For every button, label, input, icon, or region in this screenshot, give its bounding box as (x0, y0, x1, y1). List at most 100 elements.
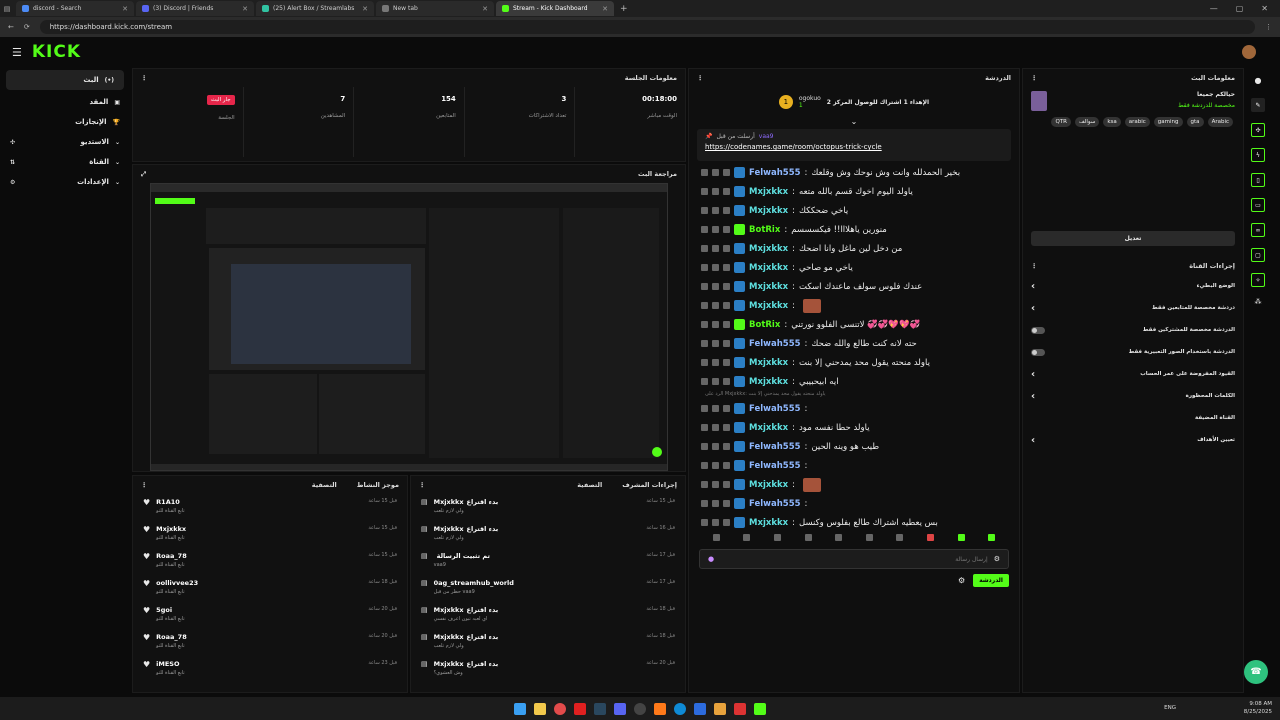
chevron-right-icon[interactable]: › (1031, 303, 1035, 314)
more-icon[interactable]: ⋮ (141, 74, 148, 82)
activity-user[interactable]: Roaa_78 (156, 552, 187, 560)
app-icon[interactable] (654, 702, 666, 715)
activity-user[interactable]: R1A10 (156, 498, 185, 506)
chat-username[interactable]: Mxjxkkx (749, 263, 788, 273)
delete-icon[interactable] (701, 226, 708, 233)
chat-username[interactable]: Mxjxkkx (749, 423, 788, 433)
stream-tag[interactable]: arabic (1124, 117, 1150, 127)
support-chat-icon[interactable]: ☎ (1244, 660, 1268, 684)
wrench-tool-icon[interactable]: ✧ (1251, 273, 1265, 287)
emote-icon[interactable] (712, 534, 720, 541)
stream-tag[interactable]: ksa (1103, 117, 1121, 127)
browser-tab[interactable]: Stream - Kick Dashboard ✕ (496, 1, 614, 16)
modaction-user[interactable]: Mxjxkkx (434, 498, 464, 506)
sidebar-item[interactable]: ⌄ القناة ⇅ (0, 152, 130, 172)
crosshair-tool-icon[interactable]: ✣ (1251, 123, 1265, 137)
tab-close-icon[interactable]: ✕ (242, 5, 248, 13)
chat-input[interactable]: ● إرسال رسالة ⚙ (699, 549, 1009, 569)
hamburger-icon[interactable]: ☰ (12, 46, 22, 59)
clock-time[interactable]: 9:08 AM (1244, 700, 1272, 708)
capture-icon[interactable] (734, 702, 746, 715)
channel-action-row[interactable]: تعيين الأهداف › (1023, 429, 1243, 451)
delete-icon[interactable] (701, 405, 708, 412)
timeout-icon[interactable] (712, 207, 719, 214)
lightning-tool-icon[interactable]: ϟ (1251, 148, 1265, 162)
delete-icon[interactable] (701, 519, 708, 526)
more-icon[interactable]: ⋮ (1031, 74, 1038, 82)
activity-user[interactable]: Mxjxkkx (156, 525, 186, 533)
activity-user[interactable]: 5goi (156, 606, 185, 614)
sidebar-item[interactable]: ⌄ الإعدادات ⚙ (0, 172, 130, 192)
obs-icon[interactable] (634, 702, 646, 715)
timeout-icon[interactable] (712, 443, 719, 450)
emote-icon[interactable] (865, 534, 873, 541)
activity-user[interactable]: oollivvee23 (156, 579, 198, 587)
sidebar-item[interactable]: 🏆 الإنجازات (0, 112, 130, 132)
timeout-icon[interactable] (712, 283, 719, 290)
pinned-link[interactable]: https://codenames.game/room/octopus-tric… (705, 143, 1003, 151)
settings-icon[interactable]: ⚙ (994, 555, 1000, 563)
sidebar-item[interactable]: (•) البث (6, 70, 124, 90)
delete-icon[interactable] (701, 302, 708, 309)
chat-username[interactable]: Mxjxkkx (749, 187, 788, 197)
timeout-icon[interactable] (712, 169, 719, 176)
modaction-user[interactable]: 0ag_streamhub_world (434, 579, 514, 587)
sidebar-item[interactable]: ⌄ الاستديو ✣ (0, 132, 130, 152)
browser-tab[interactable]: New tab ✕ (376, 1, 494, 16)
window-tool-icon[interactable]: ▢ (1251, 248, 1265, 262)
toggle-switch[interactable] (1031, 326, 1045, 334)
timeout-icon[interactable] (712, 519, 719, 526)
stream-tag[interactable]: gaming (1153, 117, 1183, 127)
vpn-icon[interactable] (694, 702, 706, 715)
toggle-switch[interactable] (1031, 348, 1045, 356)
channel-action-row[interactable]: القيود المفروضة على عمر الحساب › (1023, 363, 1243, 385)
emote-icon[interactable] (957, 534, 965, 541)
emote-icon[interactable] (835, 534, 843, 541)
chat-username[interactable]: Mxjxkkx (749, 518, 788, 528)
user-avatar[interactable] (1242, 45, 1256, 59)
chat-username[interactable]: Mxjxkkx (749, 377, 788, 387)
minimize-icon[interactable]: — (1210, 4, 1218, 13)
chevron-right-icon[interactable]: › (1031, 435, 1035, 446)
expand-icon[interactable]: ⤢ (141, 170, 146, 179)
delete-icon[interactable] (701, 169, 708, 176)
stream-tag[interactable]: سوالف (1074, 117, 1100, 127)
emote-icon[interactable] (926, 534, 934, 541)
emoji-icon[interactable]: ● (708, 555, 714, 563)
maximize-icon[interactable]: ▢ (1236, 4, 1244, 13)
emote-icon[interactable] (988, 534, 996, 541)
chat-username[interactable]: Mxjxkkx (749, 282, 788, 292)
timeout-icon[interactable] (712, 424, 719, 431)
timeout-icon[interactable] (712, 226, 719, 233)
steam-icon[interactable] (594, 702, 606, 715)
browser-menu-icon[interactable]: ▤ (0, 5, 14, 13)
modaction-user[interactable]: Mxjxkkx (434, 606, 464, 614)
timeout-icon[interactable] (712, 245, 719, 252)
modaction-user[interactable]: Mxjxkkx (434, 525, 464, 533)
delete-icon[interactable] (701, 500, 708, 507)
modaction-user[interactable]: Mxjxkkx (434, 633, 464, 641)
windows-start-icon[interactable] (514, 702, 526, 715)
kick-app-icon[interactable] (754, 702, 766, 715)
modactions-filter[interactable]: التصفية (426, 481, 623, 489)
delete-icon[interactable] (701, 481, 708, 488)
lang-indicator[interactable]: ENG (1164, 704, 1176, 712)
delete-icon[interactable] (701, 207, 708, 214)
timeout-icon[interactable] (712, 321, 719, 328)
edit-stream-button[interactable]: تعديل (1031, 231, 1235, 246)
activity-user[interactable]: iMESO (156, 660, 185, 668)
emote-icon[interactable] (743, 534, 751, 541)
chat-username[interactable]: Felwah555 (749, 461, 801, 471)
delete-icon[interactable] (701, 245, 708, 252)
chevron-down-icon[interactable]: ⌄ (689, 117, 1019, 127)
timeout-icon[interactable] (712, 462, 719, 469)
chat-username[interactable]: Mxjxkkx (749, 358, 788, 368)
timeout-icon[interactable] (712, 340, 719, 347)
back-icon[interactable]: ← (8, 23, 14, 31)
extensions-icon[interactable]: ⋮ (1265, 23, 1272, 31)
delete-icon[interactable] (701, 462, 708, 469)
chat-username[interactable]: Mxjxkkx (749, 480, 788, 490)
new-tab-icon[interactable]: + (620, 4, 628, 14)
timeout-icon[interactable] (712, 359, 719, 366)
chevron-right-icon[interactable]: › (1031, 391, 1035, 402)
